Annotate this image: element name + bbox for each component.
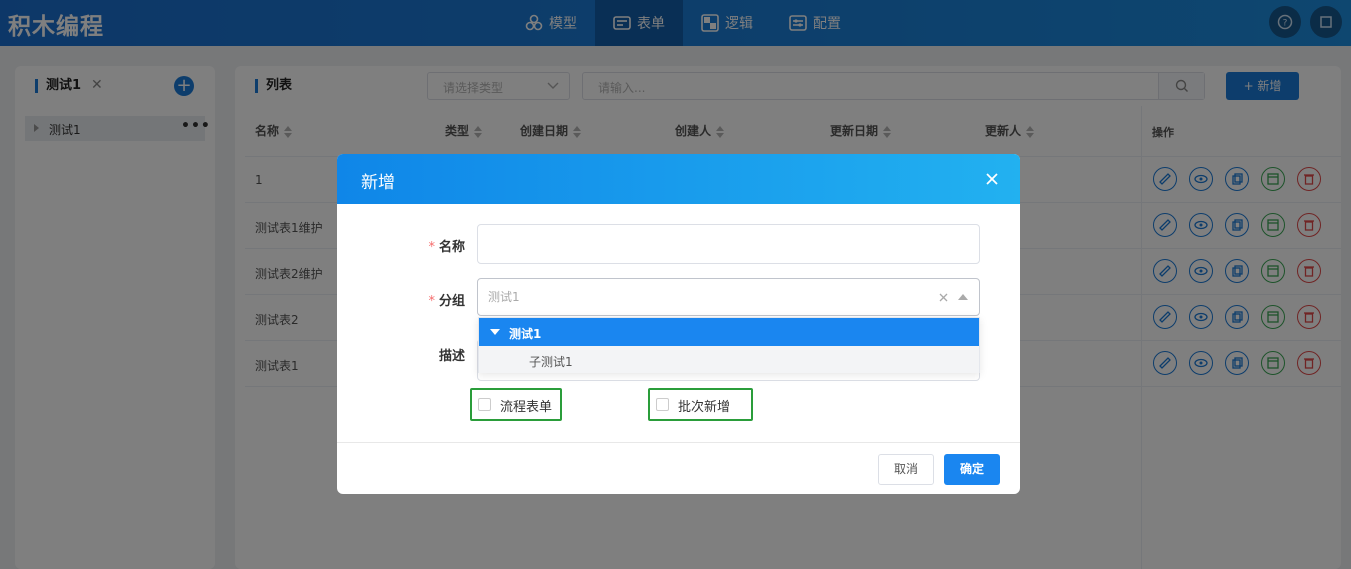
name-input[interactable]: [477, 224, 980, 264]
group-label: *分组: [385, 290, 465, 309]
dialog-divider: [337, 442, 1020, 443]
caret-down-icon[interactable]: [490, 329, 500, 335]
clear-icon[interactable]: [939, 293, 948, 302]
ok-button[interactable]: 确定: [944, 454, 1000, 485]
dialog-title: 新增: [361, 168, 395, 193]
flow-form-checkbox[interactable]: 流程表单: [470, 388, 562, 421]
group-select-value: 测试1: [488, 288, 520, 305]
name-label: *名称: [385, 236, 465, 255]
cancel-button[interactable]: 取消: [878, 454, 934, 485]
caret-up-icon[interactable]: [958, 294, 968, 301]
add-dialog: 新增 *名称 *分组 测试1 描述 测试1 子测试1 流程表单 批次新增 取消 …: [337, 154, 1020, 494]
group-dropdown: 测试1 子测试1: [478, 317, 980, 373]
batch-add-checkbox[interactable]: 批次新增: [648, 388, 753, 421]
close-icon[interactable]: [984, 171, 1000, 187]
dropdown-item-selected[interactable]: 测试1: [479, 318, 979, 346]
checkbox-icon[interactable]: [478, 398, 491, 411]
dropdown-item[interactable]: 子测试1: [479, 346, 979, 373]
group-select[interactable]: 测试1: [477, 278, 980, 316]
desc-label: 描述: [385, 345, 465, 364]
dialog-header: 新增: [337, 154, 1020, 204]
checkbox-icon[interactable]: [656, 398, 669, 411]
